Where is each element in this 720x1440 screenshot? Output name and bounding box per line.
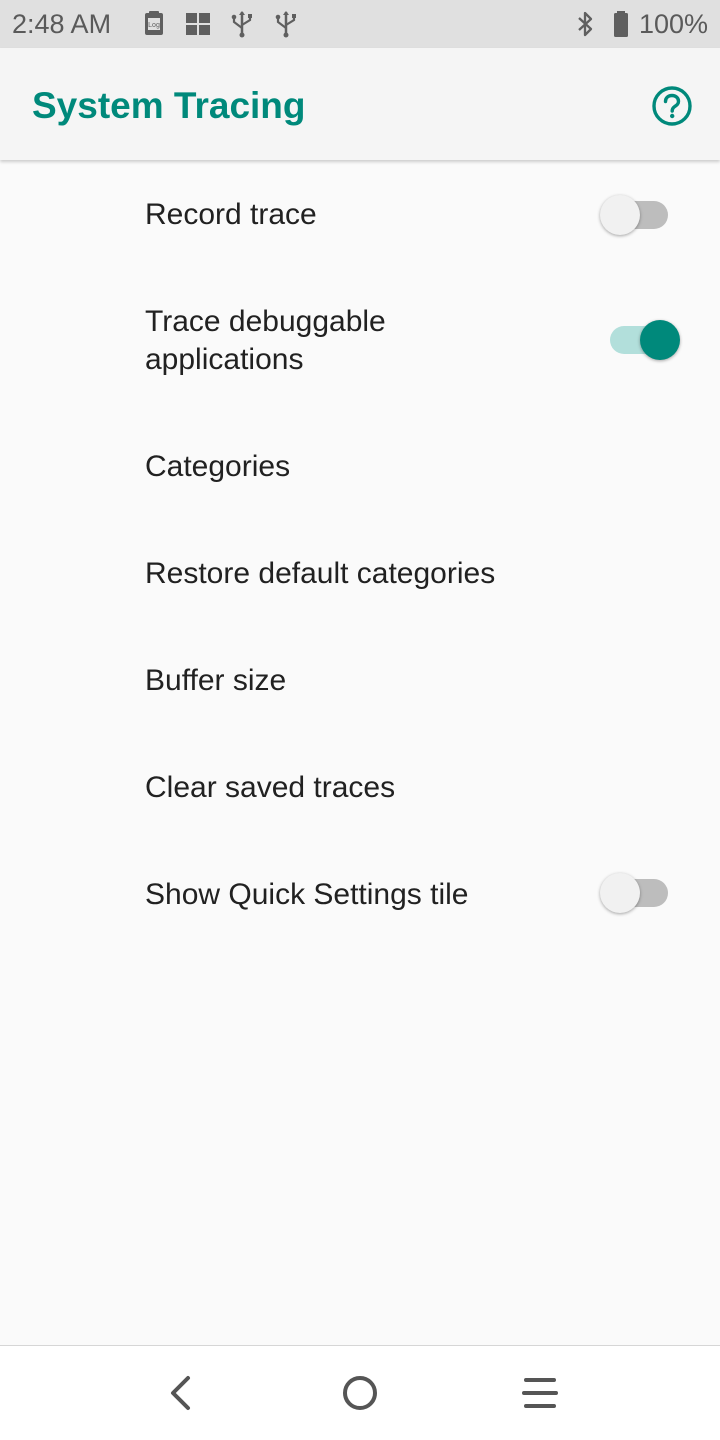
- pref-label: Buffer size: [145, 664, 287, 697]
- pref-restore-default-categories[interactable]: Restore default categories: [0, 521, 720, 628]
- page-title: System Tracing: [32, 85, 306, 126]
- back-icon[interactable]: [155, 1368, 205, 1418]
- quick-settings-tile-switch[interactable]: [600, 871, 680, 915]
- usb-icon: [231, 11, 252, 38]
- battery-icon: [614, 11, 628, 37]
- pref-label: Categories: [145, 450, 291, 483]
- battery-percentage: 100%: [638, 9, 708, 39]
- pref-label: Restore default categories: [145, 557, 496, 590]
- record-trace-switch[interactable]: [600, 193, 680, 237]
- screen: 2:48 AM Log 100% System Tracing Record t…: [0, 0, 720, 1440]
- home-icon[interactable]: [335, 1368, 385, 1418]
- pref-show-quick-settings-tile[interactable]: Show Quick Settings tile: [0, 842, 720, 949]
- pref-buffer-size[interactable]: Buffer size: [0, 628, 720, 735]
- switch-thumb: [640, 320, 680, 360]
- status-bar: 2:48 AM Log 100%: [0, 0, 720, 48]
- app-bar: System Tracing: [0, 48, 720, 160]
- svg-text:Log: Log: [148, 22, 160, 29]
- grid-app-icon: [186, 13, 210, 35]
- pref-trace-debuggable-applications[interactable]: Trace debuggable applications: [0, 270, 720, 414]
- pref-label: Record trace: [145, 198, 317, 231]
- pref-record-trace[interactable]: Record trace: [0, 162, 720, 268]
- trace-debuggable-switch[interactable]: [600, 318, 680, 362]
- status-time: 2:48 AM: [12, 9, 112, 39]
- pref-clear-saved-traces[interactable]: Clear saved traces: [0, 735, 720, 842]
- switch-thumb: [600, 873, 640, 913]
- pref-categories[interactable]: Categories: [0, 414, 720, 521]
- bluetooth-icon: [578, 11, 593, 37]
- help-circle-icon[interactable]: [651, 85, 693, 127]
- navigation-bar: [0, 1345, 720, 1440]
- menu-icon[interactable]: [515, 1368, 565, 1418]
- switch-thumb: [600, 195, 640, 235]
- pref-label: Clear saved traces: [145, 771, 396, 804]
- usb-icon: [275, 11, 296, 38]
- pref-label: Show Quick Settings tile: [145, 878, 469, 911]
- log-notification-icon: Log: [145, 11, 163, 35]
- pref-label: Trace debuggable applications: [145, 305, 386, 376]
